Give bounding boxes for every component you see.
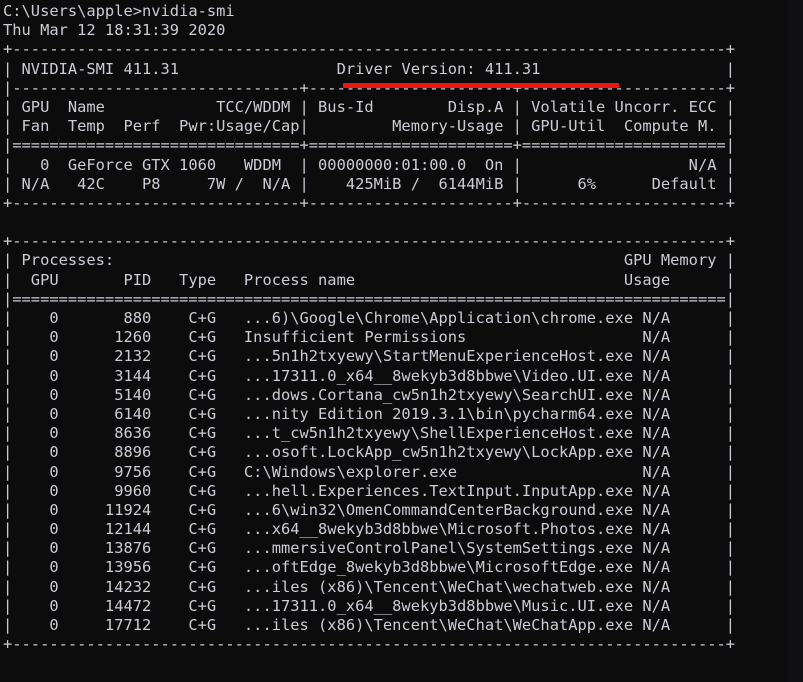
- terminal-line-prompt: C:\Users\apple>nvidia-smi: [3, 2, 235, 20]
- process-row: | 0 8636 C+G ...t_cw5n1h2txyewy\ShellExp…: [3, 424, 736, 443]
- process-row: | 0 8896 C+G ...osoft.LockApp_cw5n1h2txy…: [3, 443, 736, 462]
- process-row: | 0 11924 C+G ...6\win32\OmenCommandCent…: [3, 500, 736, 519]
- gpu-box-bottom-border: +-------------------------------+-------…: [3, 193, 736, 212]
- gpu-header-row-2: | Fan Temp Perf Pwr:Usage/Cap| Memory-Us…: [3, 117, 736, 136]
- process-row: | 0 14472 C+G ...17311.0_x64__8wekyb3d8b…: [3, 596, 736, 615]
- process-row: | 0 6140 C+G ...nity Edition 2019.3.1\bi…: [3, 404, 736, 423]
- process-row: | 0 13876 C+G ...mmersiveControlPanel\Sy…: [3, 539, 736, 558]
- process-row: | 0 9756 C+G C:\Windows\explorer.exe N/A…: [3, 462, 736, 481]
- smi-header-line: | NVIDIA-SMI 411.31 Driver Version: 411.…: [3, 59, 736, 78]
- process-row: | 0 880 C+G ...6)\Google\Chrome\Applicat…: [3, 309, 736, 327]
- process-row: | 0 1260 C+G Insufficient Permissions N/…: [3, 328, 736, 347]
- terminal-line-timestamp: Thu Mar 12 18:31:39 2020: [3, 21, 226, 40]
- processes-box-bottom-border: +---------------------------------------…: [3, 635, 736, 654]
- gpu-box-top-border: +---------------------------------------…: [3, 40, 736, 59]
- gpu-header-row-1: | GPU Name TCC/WDDM | Bus-Id Disp.A | Vo…: [3, 97, 736, 116]
- processes-header-rule: |=======================================…: [3, 289, 736, 308]
- gpu-header-divider: |-------------------------------+-------…: [3, 78, 736, 97]
- processes-header-row: | GPU PID Type Process name Usage |: [3, 270, 736, 289]
- process-row: | 0 2132 C+G ...5n1h2txyewy\StartMenuExp…: [3, 347, 736, 366]
- gpu-header-double-rule: |===============================+=======…: [3, 136, 736, 155]
- process-row: | 0 13956 C+G ...oftEdge_8wekyb3d8bbwe\M…: [3, 558, 736, 577]
- process-row: | 0 14232 C+G ...iles (x86)\Tencent\WeCh…: [3, 577, 736, 596]
- process-row: | 0 12144 C+G ...x64__8wekyb3d8bbwe\Micr…: [3, 520, 736, 539]
- terminal-screen: C:\Users\apple>nvidia-smi Thu Mar 12 18:…: [0, 0, 803, 654]
- processes-box-top-border: +---------------------------------------…: [3, 232, 736, 251]
- terminal-window[interactable]: C:\Users\apple>nvidia-smi Thu Mar 12 18:…: [0, 0, 803, 682]
- gpu-row-0-line-2: | N/A 42C P8 7W / N/A | 425MiB / 6144MiB…: [3, 174, 736, 193]
- gpu-row-0-line-1: | 0 GeForce GTX 1060 WDDM | 00000000:01:…: [3, 155, 736, 174]
- process-row: | 0 5140 C+G ...dows.Cortana_cw5n1h2txye…: [3, 385, 736, 404]
- processes-section-label: | Processes: GPU Memory |: [3, 251, 736, 270]
- process-row: | 0 3144 C+G ...17311.0_x64__8wekyb3d8bb…: [3, 366, 736, 385]
- process-row: | 0 17712 C+G ...iles (x86)\Tencent\WeCh…: [3, 616, 736, 634]
- process-row: | 0 9960 C+G ...hell.Experiences.TextInp…: [3, 481, 736, 500]
